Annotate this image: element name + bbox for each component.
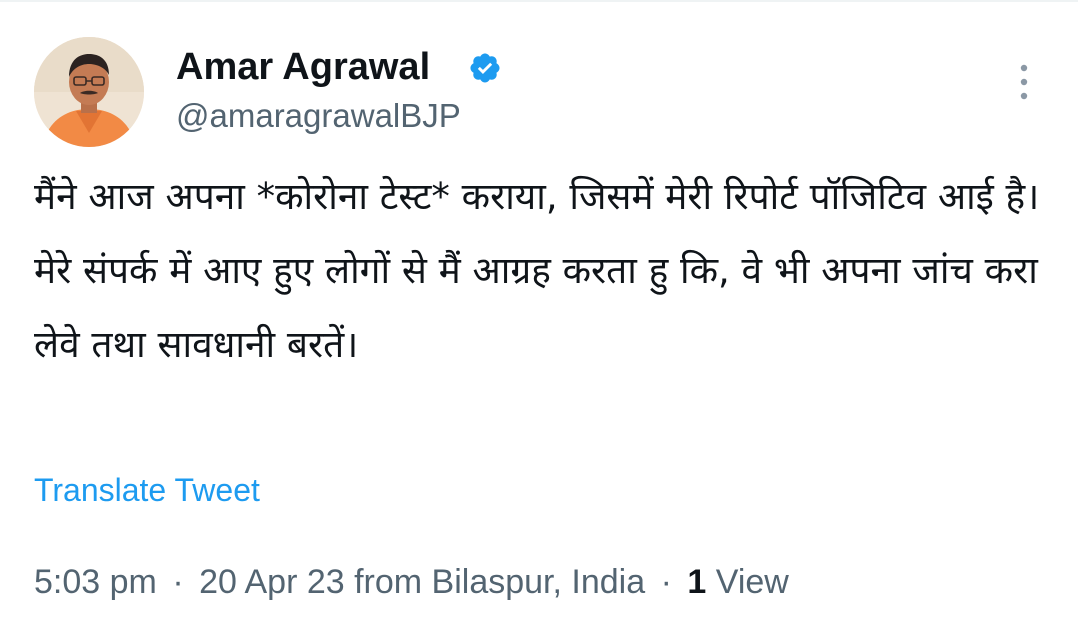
views-count[interactable]: 1 <box>687 563 706 601</box>
translate-tweet-link[interactable]: Translate Tweet <box>34 470 260 510</box>
verified-badge-icon <box>470 53 500 83</box>
avatar[interactable] <box>34 37 144 147</box>
author-display-name[interactable]: Amar Agrawal <box>176 44 430 90</box>
meta-separator: · <box>172 563 184 601</box>
tweet-meta: 5:03 pm · 20 Apr 23 from Bilaspur, India… <box>34 560 789 604</box>
author-handle[interactable]: @amaragrawalBJP <box>176 96 461 136</box>
meta-separator-2: · <box>660 563 672 601</box>
profile-photo-icon <box>34 37 144 147</box>
more-vertical-icon[interactable] <box>1012 62 1036 102</box>
tweet-text: मैंने आज अपना *कोरोना टेस्ट* कराया, जिसम… <box>34 175 1040 366</box>
tweet-time[interactable]: 5:03 pm <box>34 563 157 601</box>
tweet-date-source[interactable]: 20 Apr 23 from Bilaspur, India <box>199 563 645 601</box>
views-label[interactable]: View <box>716 563 789 601</box>
top-divider <box>0 0 1078 2</box>
